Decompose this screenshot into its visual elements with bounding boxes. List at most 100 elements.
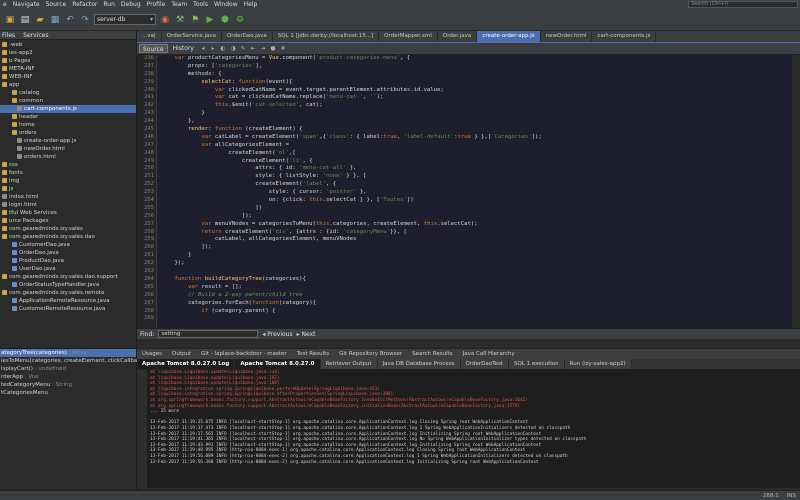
tree-node[interactable]: js <box>0 185 136 193</box>
editor-tab[interactable]: Order.java <box>438 31 478 42</box>
output-tab[interactable]: Apache Tomcat 8.0.27.0 Log <box>137 359 236 369</box>
code-line[interactable]: createElement('label', { <box>161 181 791 189</box>
code-line[interactable]: createElement('li', { <box>161 158 791 166</box>
bottom-tab[interactable]: Search Results <box>407 351 458 357</box>
code-line[interactable]: on: {click: this.selectCat } }, ['Toutes… <box>161 197 791 205</box>
menu-item-navigate[interactable]: Navigate <box>10 1 43 8</box>
code-line[interactable]: style: { listStyle: 'none' } }, [ <box>161 173 791 181</box>
tree-node[interactable]: orders <box>0 129 136 137</box>
find-previous-icon[interactable]: ◐ <box>219 45 227 53</box>
tree-node[interactable]: orders.html <box>0 153 136 161</box>
new-project-icon[interactable]: ▣ <box>4 14 16 26</box>
tree-node[interactable]: CustomerDao.java <box>0 241 136 249</box>
tab-files[interactable]: Files <box>2 32 15 39</box>
tree-node[interactable]: index.html <box>0 193 136 201</box>
tree-node[interactable]: com.gearedminds.izy.sales <box>0 225 136 233</box>
tree-node[interactable]: common <box>0 97 136 105</box>
editor-tab[interactable]: OrderService.java <box>162 31 222 42</box>
browser-icon[interactable]: ◉ <box>159 14 171 26</box>
menu-item-debug[interactable]: Debug <box>118 1 144 8</box>
build-icon[interactable]: ⚒ <box>174 14 186 26</box>
shift-left-icon[interactable]: ⇤ <box>249 45 257 53</box>
output-tab[interactable]: Retriever Output <box>320 359 378 369</box>
navigator-item[interactable]: tCategoriesMenu <box>0 389 136 397</box>
code-line[interactable]: function buildCategoryTree(categories){ <box>161 276 791 284</box>
tree-node[interactable]: ies-app2 <box>0 49 136 57</box>
run-configuration-select[interactable]: server-db <box>94 14 156 25</box>
code-line[interactable]: }); <box>161 260 791 268</box>
editor-tab[interactable]: ...va| <box>137 31 162 42</box>
debug-icon[interactable]: ⬢ <box>219 14 231 26</box>
bottom-tab[interactable]: Git Repository Browser <box>334 351 407 357</box>
code-text[interactable]: var productCategoriesMenu = Vue.componen… <box>161 55 791 328</box>
tree-node[interactable]: header <box>0 113 136 121</box>
code-line[interactable]: var productCategoriesMenu = Vue.componen… <box>161 55 791 63</box>
code-line[interactable]: var result = []; <box>161 284 791 292</box>
tree-node[interactable]: ApplicationRemoteResource.java <box>0 297 136 305</box>
code-line[interactable] <box>161 268 791 276</box>
code-line[interactable]: var catLabel = createElement('span',{'cl… <box>161 134 791 142</box>
macro-record-icon[interactable]: ● <box>269 45 277 53</box>
navigator-item[interactable]: ategoryTree(categories) : Array <box>0 349 136 357</box>
editor-tab[interactable]: SQL 1 [jdbc:derby://localhost:15...] <box>273 31 380 42</box>
navigator-item[interactable]: rderApp : Vue <box>0 373 136 381</box>
tree-node[interactable]: ProductDao.java <box>0 257 136 265</box>
output-tab[interactable]: OrderDaoTest <box>460 359 509 369</box>
open-project-icon[interactable]: ▰ <box>34 14 46 26</box>
tree-node[interactable]: cart-components.js <box>0 105 136 113</box>
bottom-tab[interactable]: Git - laplace-backdoor - master <box>196 351 292 357</box>
editor-tab[interactable]: create-order-app.js <box>477 31 541 42</box>
code-line[interactable]: }, <box>161 118 791 126</box>
tree-node[interactable]: newOrder.html <box>0 145 136 153</box>
code-line[interactable]: createElement('ol',[ <box>161 150 791 158</box>
bottom-tab[interactable]: Java Call Hierarchy <box>458 351 520 357</box>
find-previous-button[interactable]: ◂ Previous <box>262 331 292 338</box>
tree-node[interactable]: com.gearedminds.izy.sales.dao <box>0 233 136 241</box>
find-next-button[interactable]: ▸ Next <box>297 331 316 338</box>
tree-node[interactable]: b Pages <box>0 57 136 65</box>
code-line[interactable] <box>161 315 791 323</box>
tree-node[interactable]: urce Packages <box>0 217 136 225</box>
code-line[interactable]: } <box>161 252 791 260</box>
redo-icon[interactable]: ↷ <box>79 14 91 26</box>
code-line[interactable]: methods: { <box>161 71 791 79</box>
tree-node[interactable]: create-order-app.js <box>0 137 136 145</box>
new-file-icon[interactable]: ▤ <box>19 14 31 26</box>
tree-node[interactable]: catalog <box>0 89 136 97</box>
code-line[interactable]: return createElement('div', {attrs : {id… <box>161 229 791 237</box>
code-line[interactable]: } <box>161 110 791 118</box>
tree-node[interactable]: login.html <box>0 201 136 209</box>
tree-node[interactable]: css <box>0 161 136 169</box>
code-line[interactable]: catLabel, allCategoriesElement, menuVNod… <box>161 236 791 244</box>
tree-node[interactable]: META-INF <box>0 65 136 73</box>
code-line[interactable]: render: function (createElement) { <box>161 126 791 134</box>
tree-node[interactable]: home <box>0 121 136 129</box>
code-line[interactable]: props: ['categories'], <box>161 63 791 71</box>
code-line[interactable]: attrs: { id: 'menu-cat-all' }, <box>161 165 791 173</box>
editor-tab[interactable]: newOrder.html <box>541 31 593 42</box>
menu-item-team[interactable]: Team <box>168 1 190 8</box>
menu-item-profile[interactable]: Profile <box>144 1 169 8</box>
code-line[interactable]: if (category.parent) { <box>161 308 791 316</box>
shift-right-icon[interactable]: ⇥ <box>259 45 267 53</box>
history-view-button[interactable]: History <box>170 44 197 53</box>
run-icon[interactable]: ▶ <box>204 14 216 26</box>
comment-icon[interactable]: # <box>279 45 287 53</box>
tree-node[interactable]: fonts <box>0 169 136 177</box>
back-icon[interactable]: ◂ <box>199 45 207 53</box>
toggle-highlight-icon[interactable]: ✎ <box>239 45 247 53</box>
error-stripe[interactable] <box>792 55 800 328</box>
output-console[interactable]: at liquibase.Liquibase.update(Liquibase.… <box>147 370 800 488</box>
tree-node[interactable]: WEB-INF <box>0 73 136 81</box>
code-line[interactable]: categories.forEach(function(category){ <box>161 300 791 308</box>
menu-item-source[interactable]: Source <box>43 1 70 8</box>
undo-icon[interactable]: ↶ <box>64 14 76 26</box>
code-line[interactable]: var cat = clickedCatName.replace('menu-c… <box>161 94 791 102</box>
menu-item-refactor[interactable]: Refactor <box>69 1 100 8</box>
editor-tab[interactable]: OrderDao.java <box>222 31 273 42</box>
save-all-icon[interactable]: ▦ <box>49 14 61 26</box>
tab-services[interactable]: Services <box>23 32 48 39</box>
menu-item-help[interactable]: Help <box>241 1 261 8</box>
tree-node[interactable]: com.gearedminds.izy.sales.dao.support <box>0 273 136 281</box>
navigator-item[interactable]: tedCategoryMenu : String <box>0 381 136 389</box>
